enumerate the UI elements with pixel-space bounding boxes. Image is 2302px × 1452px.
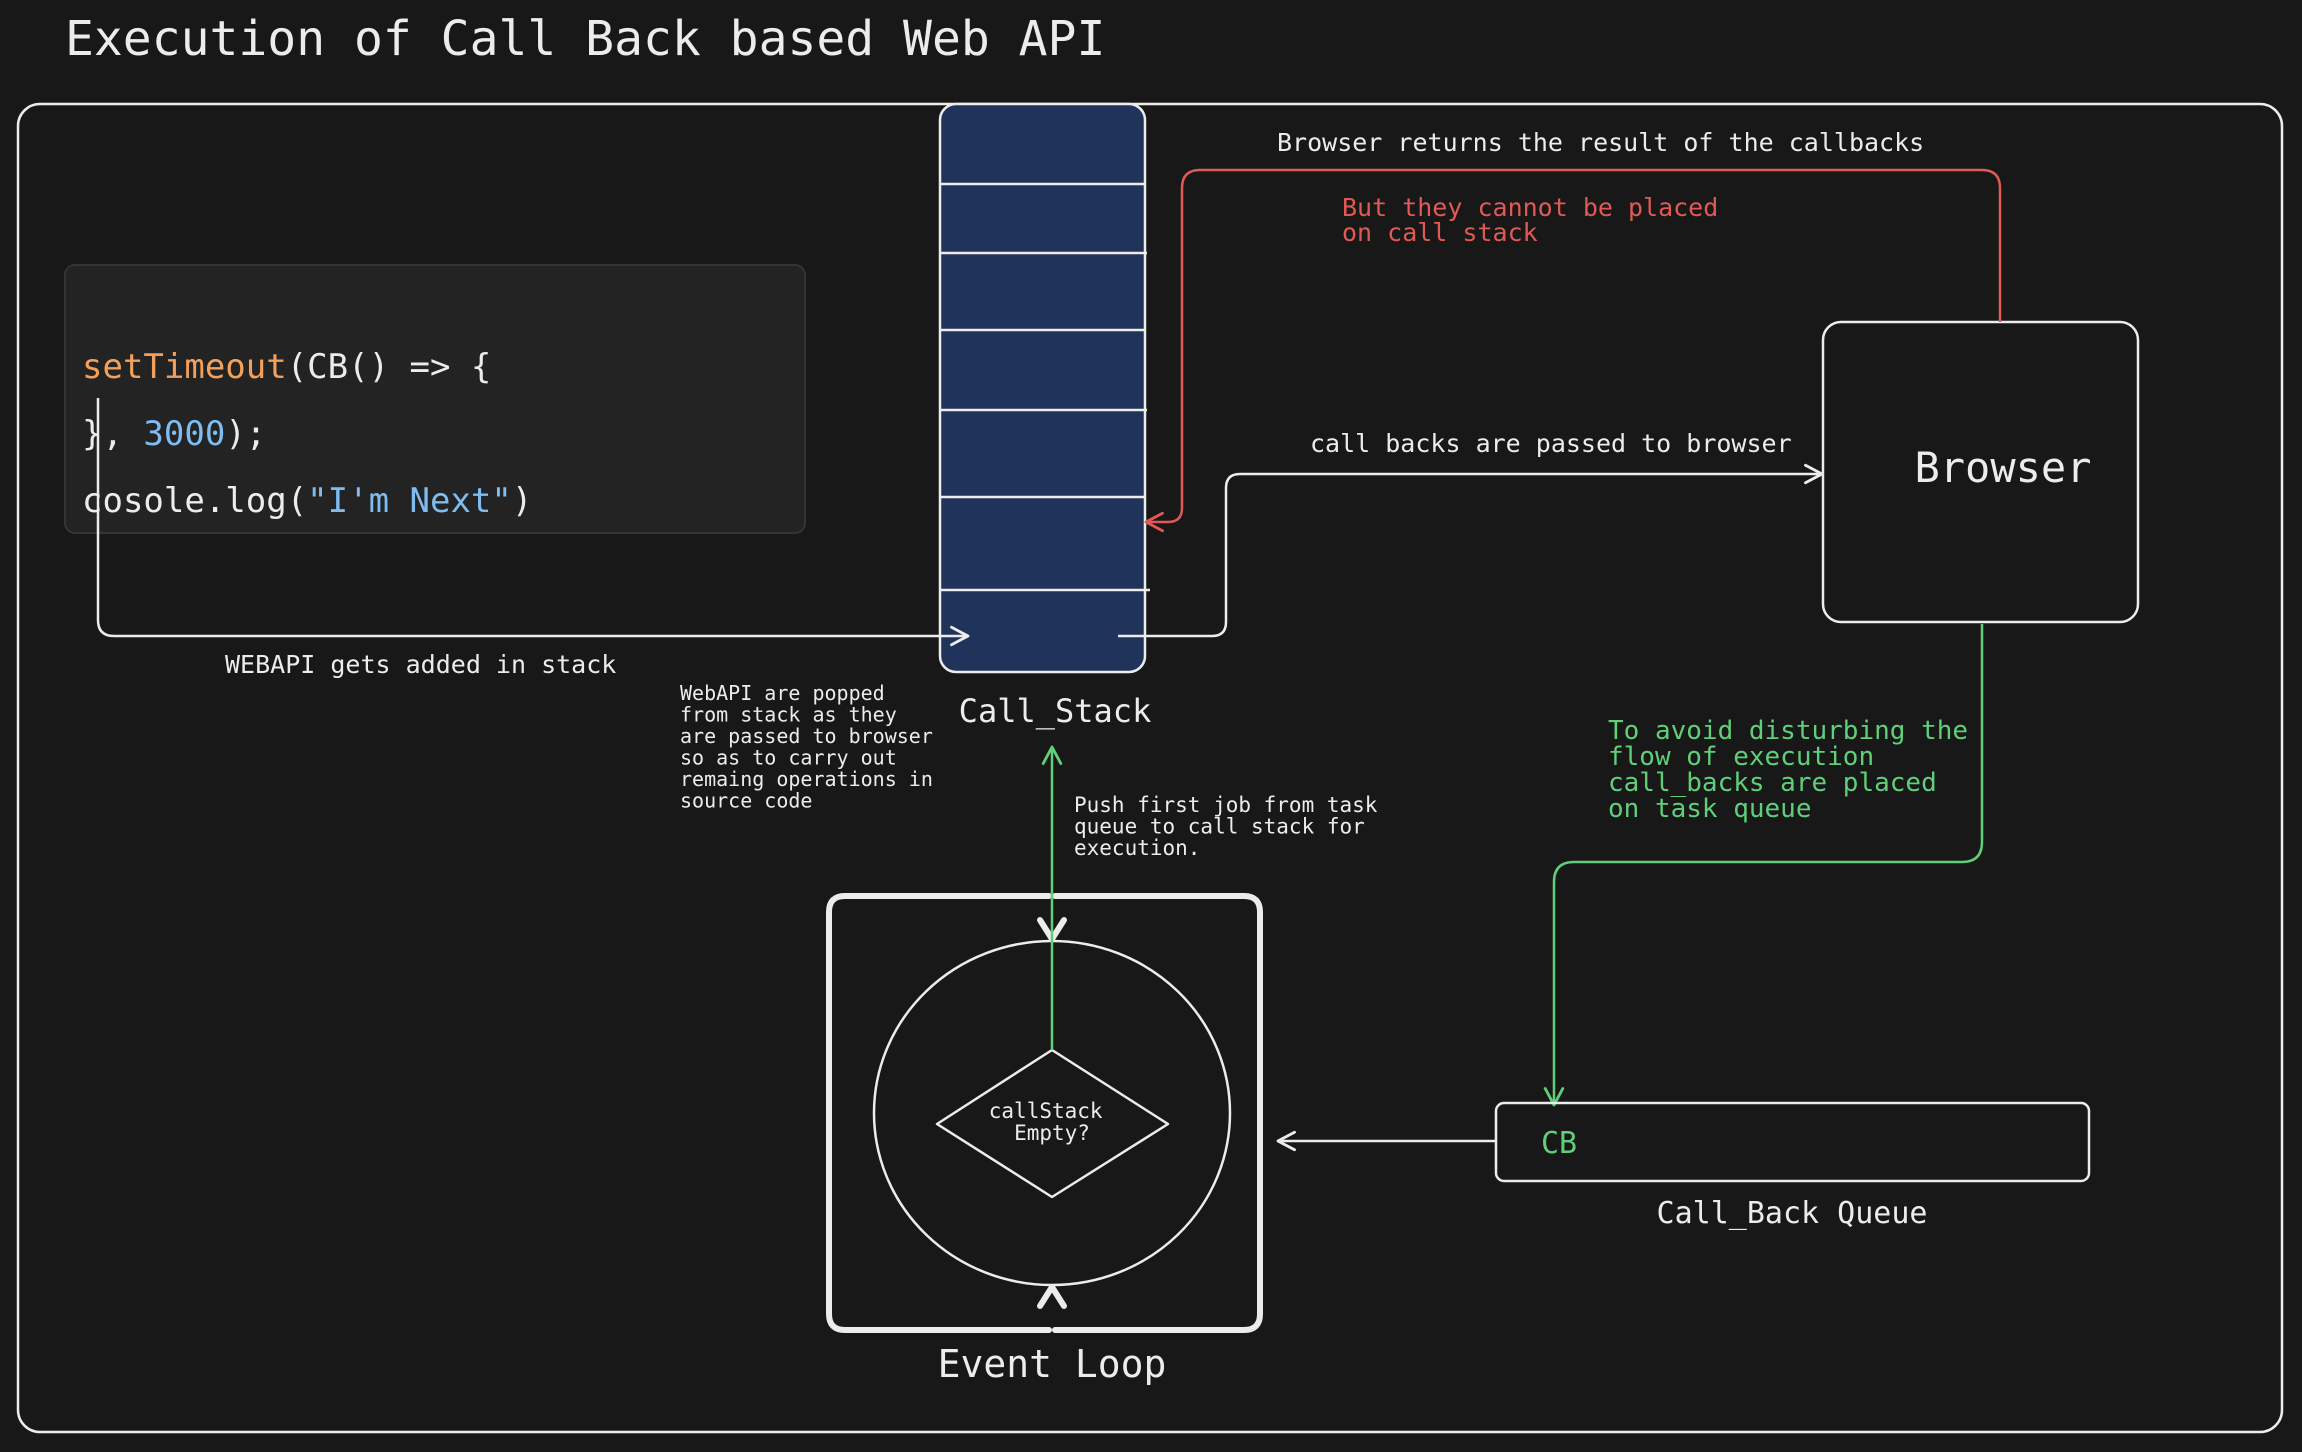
webapi-added-text: WEBAPI gets added in stack <box>225 650 616 679</box>
push-first-line: Push first job from task <box>1074 793 1378 817</box>
cannot-place-line: on call stack <box>1342 218 1538 247</box>
callback-queue-item: CB <box>1541 1126 1577 1161</box>
code-line-1: setTimeout(CB() => { <box>82 347 491 387</box>
decision-line: callStack <box>989 1099 1103 1123</box>
code-callback-open: (CB() => { <box>287 347 492 387</box>
arrow-browser-returns <box>1144 168 2002 533</box>
browser-returns-text: Browser returns the result of the callba… <box>1277 128 1924 157</box>
event-loop-label: Event Loop <box>938 1342 1167 1386</box>
code-log-close: ) <box>512 481 532 521</box>
avoid-disturbing-text: To avoid disturbing the flow of executio… <box>1608 716 1984 824</box>
code-log-string: "I'm Next" <box>307 481 512 521</box>
push-first-line: execution. <box>1074 836 1200 860</box>
webapi-popped-text: WebAPI are popped from stack as they are… <box>680 681 945 813</box>
code-log-call: cosole.log( <box>82 481 307 521</box>
arrow-stack-to-browser <box>1118 463 1824 638</box>
avoid-disturbing-line: on task queue <box>1608 794 1812 824</box>
webapi-popped-line: from stack as they <box>680 703 897 727</box>
call-stack <box>938 102 1150 674</box>
cannot-place-text: But they cannot be placed on call stack <box>1342 193 1733 247</box>
event-loop-notch-bottom <box>1037 1284 1067 1309</box>
decision-line: Empty? <box>1014 1121 1090 1145</box>
event-loop: callStack Empty? <box>826 893 1263 1333</box>
arrow-browser-to-queue <box>1543 624 1984 1107</box>
webapi-popped-line: remaing operations in <box>680 767 933 791</box>
code-close: ); <box>225 414 266 454</box>
push-first-text: Push first job from task queue to call s… <box>1074 793 1390 860</box>
decision-text: callStack Empty? <box>989 1099 1115 1145</box>
webapi-popped-line: are passed to browser <box>680 724 933 748</box>
webapi-popped-line: so as to carry out <box>680 746 897 770</box>
code-line-3: cosole.log("I'm Next") <box>82 481 532 521</box>
callbacks-passed-text: call backs are passed to browser <box>1310 429 1792 458</box>
code-function-name: setTimeout <box>82 347 287 387</box>
webapi-popped-line: WebAPI are popped <box>680 681 885 705</box>
call-stack-label: Call_Stack <box>959 692 1152 730</box>
push-first-line: queue to call stack for <box>1074 815 1365 839</box>
code-delay-number: 3000 <box>143 414 225 454</box>
webapi-popped-line: source code <box>680 789 812 813</box>
callback-queue-label: Call_Back Queue <box>1657 1196 1928 1231</box>
diagram-canvas: Execution of Call Back based Web API set… <box>16 11 2284 1434</box>
code-line-2: }, 3000); <box>82 414 266 454</box>
browser-label: Browser <box>1914 443 2091 492</box>
code-brace: }, <box>82 414 143 454</box>
callback-queue-box <box>1494 1101 2091 1183</box>
code-panel: setTimeout(CB() => { }, 3000); cosole.lo… <box>64 264 806 534</box>
page-title: Execution of Call Back based Web API <box>65 11 1105 67</box>
